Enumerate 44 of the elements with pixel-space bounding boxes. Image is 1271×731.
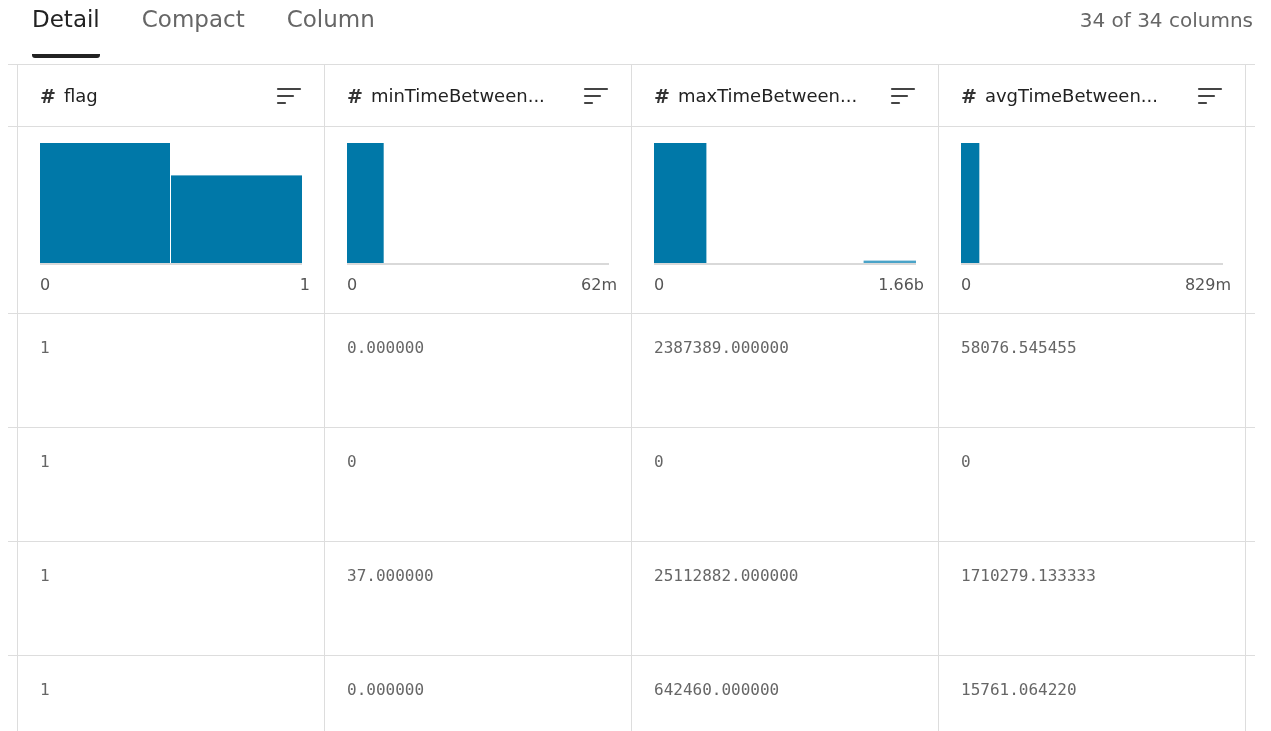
- table-cell: 0: [325, 428, 632, 541]
- sort-icon[interactable]: [583, 86, 609, 105]
- column-count: 34 of 34 columns: [1079, 7, 1253, 32]
- column-header[interactable]: # minTimeBetween...: [325, 65, 632, 126]
- column-name: avgTimeBetween...: [984, 85, 1158, 106]
- table-cell: 1710279.133333: [939, 542, 1246, 655]
- axis-max-label: 1.66b: [878, 275, 924, 294]
- column-name: flag: [63, 85, 98, 106]
- table-cell: 25112882.000000: [632, 542, 939, 655]
- tab[interactable]: Detail: [32, 0, 100, 58]
- table-cell: 0: [632, 428, 939, 541]
- axis-min-label: 0: [40, 275, 51, 294]
- number-type-icon: #: [347, 84, 363, 107]
- number-type-icon: #: [40, 84, 56, 107]
- table-cell: 1: [18, 428, 325, 541]
- number-type-icon: #: [654, 84, 670, 107]
- table-cell: 1: [18, 656, 325, 731]
- table-cell: 1: [18, 314, 325, 427]
- column-header[interactable]: # flag: [18, 65, 325, 126]
- column-header[interactable]: # avgTimeBetween...: [939, 65, 1246, 126]
- column-name: maxTimeBetween...: [677, 85, 858, 106]
- table-cell: 2387389.000000: [632, 314, 939, 427]
- table-cell: 0: [939, 428, 1246, 541]
- tab[interactable]: Compact: [141, 0, 245, 58]
- axis-min-label: 0: [961, 275, 972, 294]
- axis-max-label: 1: [299, 275, 310, 294]
- column-header[interactable]: # maxTimeBetween...: [632, 65, 939, 126]
- axis-min-label: 0: [347, 275, 358, 294]
- axis-max-label: 829m: [1184, 275, 1231, 294]
- table-cell: 1: [18, 542, 325, 655]
- table-cell: 15761.064220: [939, 656, 1246, 731]
- axis-min-label: 0: [654, 275, 665, 294]
- table-cell: 0.000000: [325, 314, 632, 427]
- sort-icon[interactable]: [276, 86, 302, 105]
- sort-icon[interactable]: [890, 86, 916, 105]
- table-cell: 0.000000: [325, 656, 632, 731]
- table-cell: 37.000000: [325, 542, 632, 655]
- axis-max-label: 62m: [581, 275, 617, 294]
- tab[interactable]: Column: [286, 0, 375, 58]
- table-cell: 58076.545455: [939, 314, 1246, 427]
- sort-icon[interactable]: [1197, 86, 1223, 105]
- table-cell: 642460.000000: [632, 656, 939, 731]
- number-type-icon: #: [961, 84, 977, 107]
- column-name: minTimeBetween...: [370, 85, 545, 106]
